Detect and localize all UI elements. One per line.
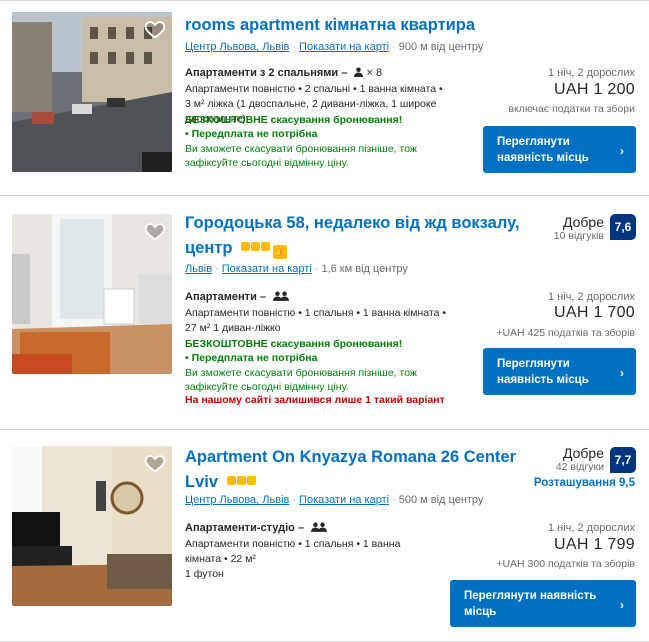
show-on-map-link[interactable]: Показати на карті: [299, 41, 389, 53]
cancellation-note: Ви зможете скасувати бронювання пізніше,…: [185, 143, 417, 169]
star-icon: [246, 476, 256, 485]
stay-length: 1 ніч, 2 дорослих: [547, 67, 635, 79]
star-icon: [261, 242, 271, 251]
check-availability-button[interactable]: Переглянути наявність місць ›: [483, 126, 636, 173]
no-prepayment: • Передплата не потрібна: [185, 352, 318, 364]
check-availability-button[interactable]: Переглянути наявність місць ›: [450, 580, 636, 627]
location-line: Львів · Показати на карті · 1,6 км від центр…: [185, 263, 408, 275]
stay-length: 1 ніч, 2 дорослих: [547, 522, 635, 534]
person-icon: [354, 67, 364, 77]
chevron-right-icon: ›: [620, 597, 624, 612]
property-card: Apartment On Knyazya Romana 26 Center Lv…: [0, 430, 649, 642]
title-line-1[interactable]: Городоцька 58, недалеко від жд вокзалу,: [185, 214, 520, 232]
free-cancellation: БЕЗКОШТОВНЕ скасування бронювання!: [185, 338, 403, 350]
room-type-label: Апартаменти-студіо: [185, 522, 295, 534]
price: UAH 1 799: [554, 536, 635, 553]
heart-icon[interactable]: [144, 18, 166, 40]
review-count[interactable]: 42 відгуки: [556, 461, 604, 473]
room-type-label: Апартаменти: [185, 291, 257, 303]
price: UAH 1 200: [554, 81, 635, 98]
chevron-right-icon: ›: [620, 143, 624, 158]
person-icon: [273, 291, 290, 301]
property-photo[interactable]: [12, 446, 172, 606]
check-availability-button[interactable]: Переглянути наявність місць ›: [483, 348, 636, 395]
star-rating: [226, 469, 257, 492]
location-line: Центр Львова, Львів · Показати на карті · 90…: [185, 41, 484, 53]
location-score: Розташування 9,5: [533, 477, 635, 489]
review-word: Добре: [562, 214, 604, 230]
stay-length: 1 ніч, 2 дорослих: [547, 291, 635, 303]
free-cancellation: БЕЗКОШТОВНЕ скасування бронювання!: [185, 114, 403, 126]
guests-count: × 8: [366, 67, 383, 79]
room-type-label: Апартаменти з 2 спальнями: [185, 67, 339, 79]
heart-icon[interactable]: [144, 452, 166, 474]
star-icon: [241, 242, 251, 251]
property-photo[interactable]: [12, 214, 172, 374]
property-card: Городоцька 58, недалеко від жд вокзалу, …: [0, 196, 649, 430]
star-rating: [241, 235, 271, 258]
property-title[interactable]: Городоцька 58, недалеко від жд вокзалу, …: [185, 212, 520, 260]
scarcity-message: На нашому сайті залишився лише 1 такий в…: [185, 394, 445, 406]
star-icon: [236, 476, 246, 485]
location-line: Центр Львова, Львів · Показати на карті · 50…: [185, 494, 484, 506]
price: UAH 1 700: [554, 304, 635, 321]
room-type: Апартаменти-студіо –: [185, 522, 328, 534]
guests-indicator: [311, 522, 328, 534]
title-line-2[interactable]: центр: [185, 239, 232, 257]
cancellation-note: Ви зможете скасувати бронювання пізніше,…: [185, 367, 417, 393]
show-on-map-link[interactable]: Показати на карті: [222, 263, 312, 275]
room-description: Апартаменти повністю • 1 спальня • 1 ван…: [185, 307, 447, 334]
distance-text: 500 м від центру: [398, 494, 484, 506]
taxes-note: +UAH 300 податків та зборів: [496, 558, 635, 570]
show-on-map-link[interactable]: Показати на карті: [299, 494, 389, 506]
taxes-note: +UAH 425 податків та зборів: [496, 327, 635, 339]
review-score[interactable]: 7,7: [610, 447, 636, 473]
review-count[interactable]: 10 відгуків: [554, 230, 604, 242]
title-line-1[interactable]: Apartment On Knyazya Romana 26 Center: [185, 448, 516, 466]
room-type: Апартаменти –: [185, 291, 290, 303]
location-link[interactable]: Львів: [185, 263, 212, 275]
guests-indicator: × 8: [354, 67, 382, 79]
distance-text: 1,6 км від центру: [321, 263, 408, 275]
property-card: rooms apartment кімнатна квартира Центр …: [0, 0, 649, 196]
heart-icon[interactable]: [144, 220, 166, 242]
star-icon: [226, 476, 236, 485]
property-photo[interactable]: [12, 12, 172, 172]
star-icon: [251, 242, 261, 251]
distance-text: 900 м від центру: [398, 41, 484, 53]
button-label: Переглянути наявність місць: [464, 589, 597, 618]
location-link[interactable]: Центр Львова, Львів: [185, 494, 289, 506]
review-score[interactable]: 7,6: [610, 214, 636, 240]
review-word: Добре: [562, 445, 604, 461]
chevron-right-icon: ›: [620, 365, 624, 380]
property-title[interactable]: Apartment On Knyazya Romana 26 Center Lv…: [185, 446, 516, 494]
location-link[interactable]: Центр Львова, Львів: [185, 41, 289, 53]
button-label: Переглянути наявність місць: [497, 135, 589, 164]
button-label: Переглянути наявність місць: [497, 357, 589, 386]
guests-indicator: [273, 291, 290, 303]
person-icon: [311, 522, 328, 532]
taxes-note: включає податки та збори: [508, 103, 635, 115]
property-title[interactable]: rooms apartment кімнатна квартира: [185, 14, 475, 37]
thumbs-up-icon: 👍: [273, 245, 288, 259]
room-type: Апартаменти з 2 спальнями – × 8: [185, 67, 383, 79]
title-line-2[interactable]: Lviv: [185, 473, 218, 491]
no-prepayment: • Передплата не потрібна: [185, 128, 318, 140]
room-description-extra: 1 футон: [185, 568, 224, 580]
room-description: Апартаменти повністю • 1 спальня • 1 ван…: [185, 538, 401, 565]
